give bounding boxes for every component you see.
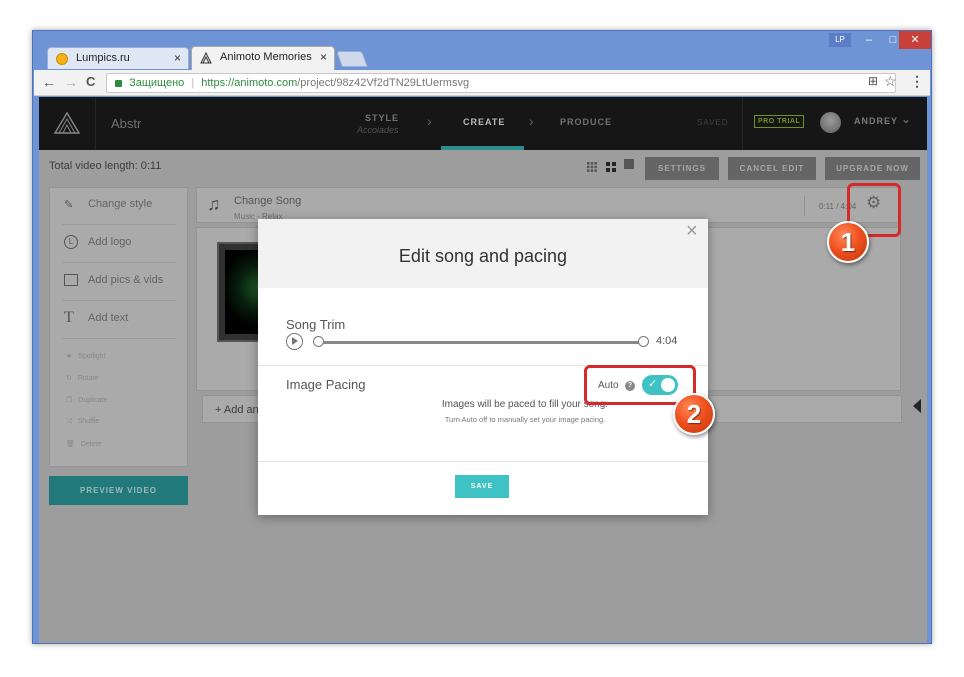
divider: [258, 461, 708, 462]
song-trim-label: Song Trim: [286, 317, 346, 332]
close-icon[interactable]: ×: [686, 220, 698, 243]
minimize-button[interactable]: –: [857, 31, 881, 49]
animoto-favicon-icon: [200, 51, 212, 64]
url-path: /project/98z42Vf2dTN29LtUermsvg: [297, 77, 470, 89]
forward-icon[interactable]: →: [64, 74, 78, 90]
back-icon[interactable]: ←: [42, 74, 56, 90]
save-button[interactable]: SAVE: [455, 475, 509, 498]
user-badge[interactable]: LP: [829, 33, 851, 47]
image-pacing-label: Image Pacing: [286, 377, 366, 392]
tab-title: Animoto Memories: [220, 51, 312, 63]
tab-title: Lumpics.ru: [76, 52, 130, 64]
callout-number-2: 2: [673, 393, 715, 435]
modal-title: Edit song and pacing: [398, 246, 568, 266]
play-icon[interactable]: [286, 333, 303, 350]
song-end-time: 4:04: [656, 335, 678, 347]
trim-end-handle[interactable]: [638, 336, 649, 347]
callout-number-1: 1: [827, 221, 869, 263]
secure-label: Защищено: [129, 77, 185, 89]
bookmark-star-icon[interactable]: ☆: [884, 73, 897, 90]
new-tab-button[interactable]: [336, 51, 368, 67]
translate-icon[interactable]: ⊞: [868, 74, 878, 88]
lumpics-favicon-icon: [56, 53, 68, 65]
address-bar[interactable]: Защищено | https://animoto.com/project/9…: [106, 73, 896, 93]
tab-close-icon[interactable]: ×: [174, 51, 181, 65]
close-window-button[interactable]: ✕: [899, 31, 931, 49]
lock-icon: [115, 79, 122, 87]
browser-toolbar: ← → C Защищено | https://animoto.com/pro…: [34, 70, 930, 96]
tab-close-icon[interactable]: ×: [320, 50, 327, 64]
pacing-hint: Turn Auto off to manually set your image…: [444, 415, 606, 424]
separator: |: [191, 77, 195, 89]
url-host: https://animoto.com: [201, 77, 298, 89]
browser-window: Lumpics.ru × Animoto Memories × LP – □ ✕…: [32, 30, 932, 644]
browser-menu-icon[interactable]: ⋮: [910, 73, 924, 90]
trim-start-handle[interactable]: [313, 336, 324, 347]
tab-animoto[interactable]: Animoto Memories ×: [191, 46, 335, 70]
animoto-app: Abstr STYLE Accolades › CREATE › PRODUCE…: [39, 97, 927, 643]
song-trim-slider[interactable]: [318, 341, 645, 344]
tab-lumpics[interactable]: Lumpics.ru ×: [47, 47, 189, 69]
reload-icon[interactable]: C: [86, 74, 95, 89]
